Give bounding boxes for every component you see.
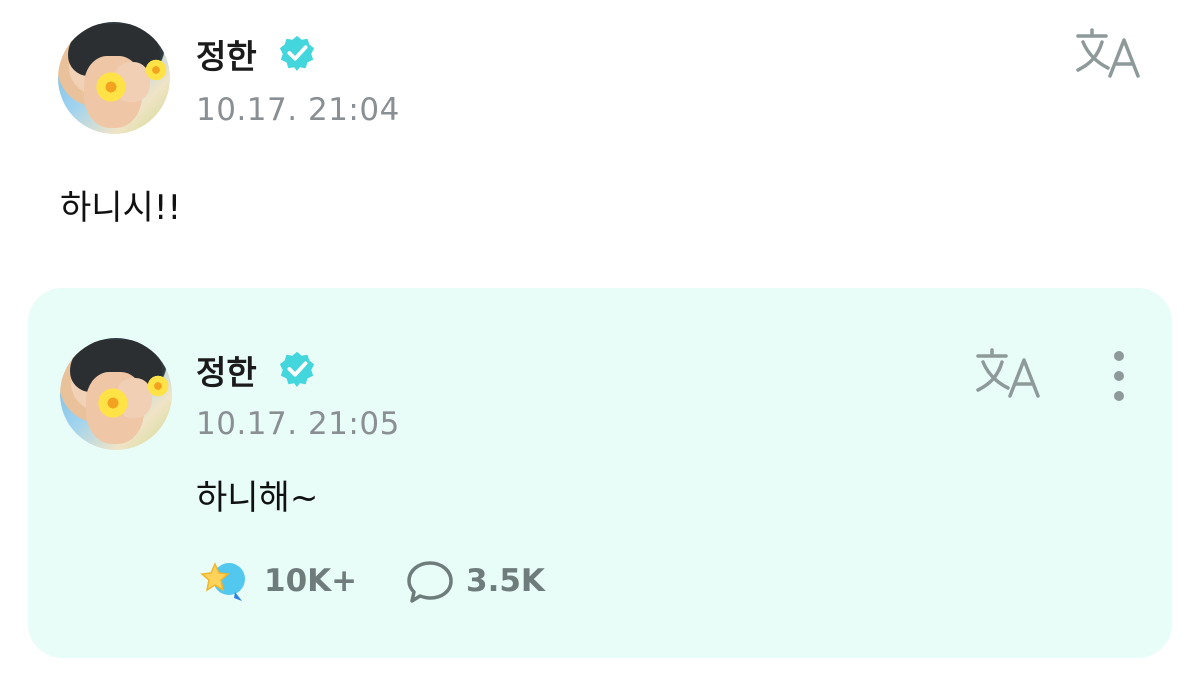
author-name[interactable]: 정한 xyxy=(196,30,257,78)
translate-icon[interactable] xyxy=(974,348,1042,400)
post-timestamp: 10.17. 21:04 xyxy=(196,92,400,128)
comment-timestamp: 10.17. 21:05 xyxy=(196,406,400,442)
translate-icon[interactable] xyxy=(1074,28,1142,80)
like-button[interactable]: 10K+ xyxy=(198,556,357,608)
post-text: 하니시!! xyxy=(60,188,182,228)
comment-avatar[interactable] xyxy=(60,338,172,450)
avatar[interactable] xyxy=(58,22,170,134)
comment-author-name[interactable]: 정한 xyxy=(196,346,257,394)
comment-text: 하니해~ xyxy=(196,478,319,518)
comment-bubble-icon xyxy=(407,561,453,603)
verified-badge-icon xyxy=(279,351,315,388)
comment-button[interactable]: 3.5K xyxy=(406,556,556,608)
like-count: 10K+ xyxy=(264,563,358,599)
more-vertical-icon[interactable] xyxy=(1112,350,1126,402)
comment-count: 3.5K xyxy=(466,563,545,599)
like-star-icon xyxy=(200,562,245,601)
verified-badge-icon xyxy=(279,35,315,72)
